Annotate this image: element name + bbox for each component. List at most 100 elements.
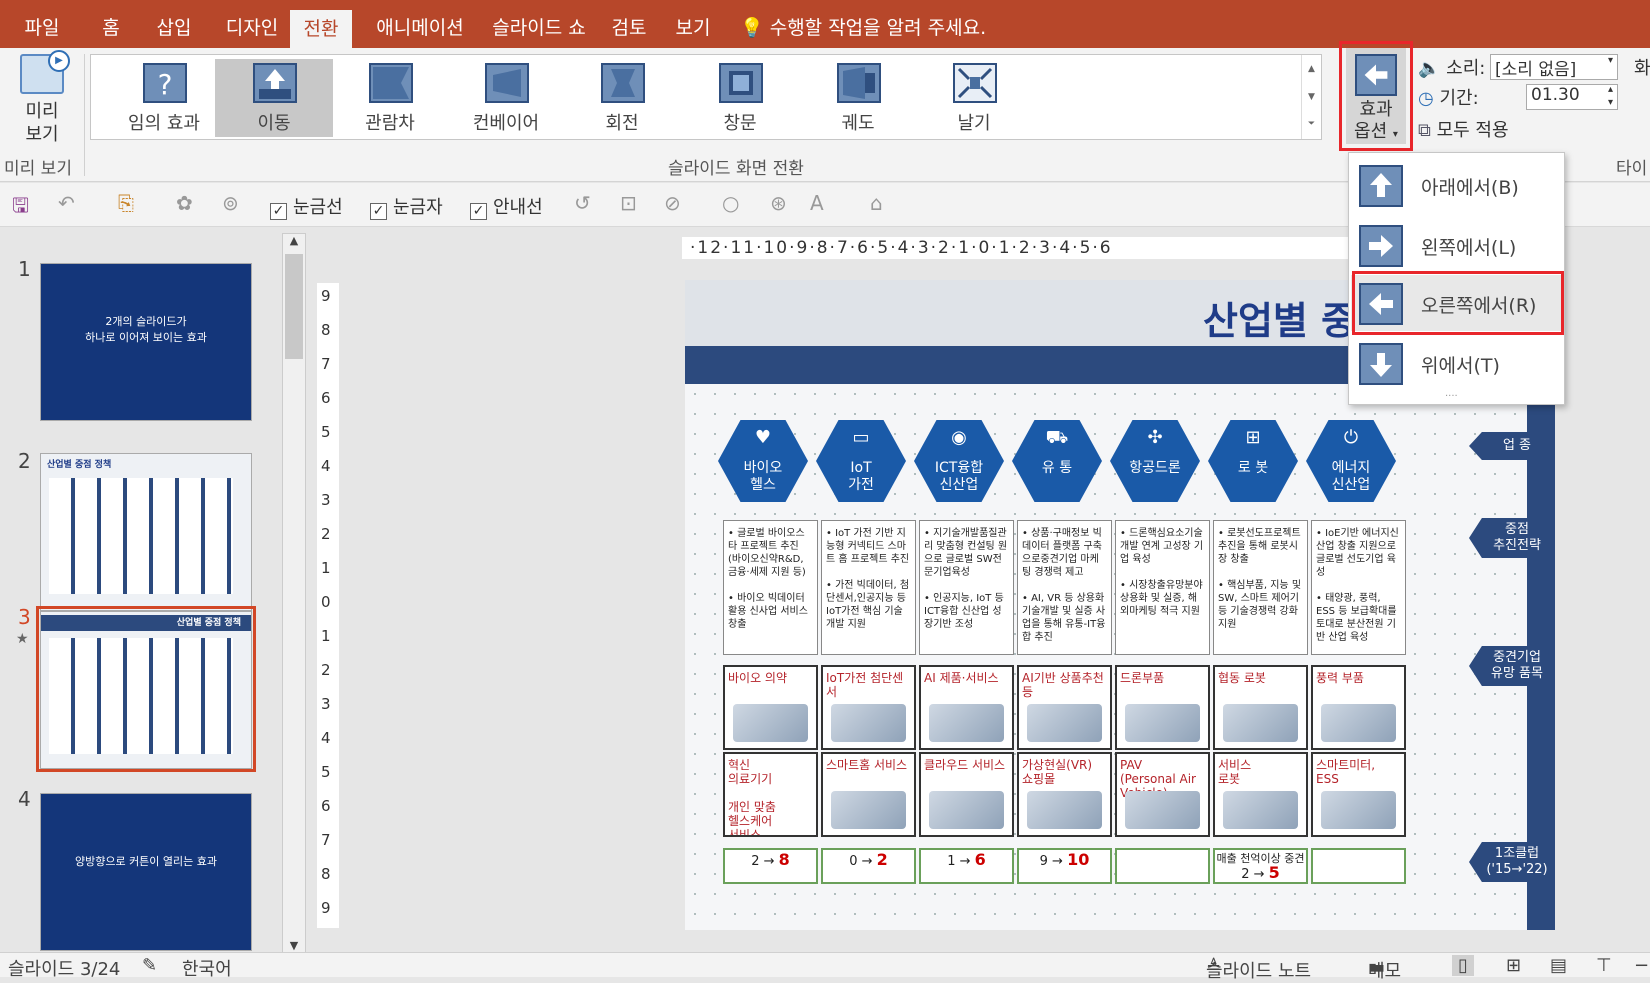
gridlines-checkbox[interactable]: ✓ 눈금선 (270, 193, 343, 220)
item-cell-bottom[interactable]: PAV (Personal Air Vehicle) (1115, 752, 1210, 837)
thumb-number: 2 (18, 449, 31, 473)
item-cell-bottom[interactable]: 혁신 의료기기 개인 맞춤 헬스케어 서비스 (723, 752, 818, 837)
row-side-label: 중견기업 유망 품목 (1469, 646, 1555, 686)
vertical-ruler[interactable]: 9 8 7 6 5 4 3 2 1 0 1 2 3 4 5 6 7 8 9 (317, 283, 339, 928)
transition-orbit[interactable]: 궤도 (799, 59, 917, 137)
item-cell-top[interactable]: AI 제품·서비스 (919, 665, 1014, 750)
club-count-cell[interactable] (1311, 848, 1406, 884)
slide-sorter-icon[interactable]: ⊞ (1506, 955, 1521, 976)
slideshow-view-icon[interactable]: ⊤ (1596, 955, 1612, 976)
strategy-text[interactable]: • 글로벌 바이오스타 프로젝트 추진 (바이오신약R&D, 금융·세제 지원 … (723, 520, 818, 655)
strategy-text[interactable]: • 지기술개발품질관리 맞춤형 컨설팅 원으로 글로벌 SW전문기업육성 • 인… (919, 520, 1014, 655)
scroll-up-icon[interactable]: ▲ (283, 234, 305, 247)
tab-review[interactable]: 검토 (608, 0, 650, 48)
ruler-checkbox[interactable]: ✓ 눈금자 (370, 193, 443, 220)
club-count-cell[interactable] (1115, 848, 1210, 884)
tab-slideshow[interactable]: 슬라이드 쇼 (484, 0, 594, 48)
transition-push[interactable]: 이동 (215, 59, 333, 137)
horizontal-ruler[interactable]: ·12·11·10·9·8·7·6·5·4·3·2·1·0·1·2·3·4·5·… (682, 237, 1362, 259)
combine-icon[interactable]: ⊛ (770, 191, 787, 215)
tab-transitions[interactable]: 전환 (290, 10, 352, 48)
club-count-cell[interactable]: 1 → 6 (919, 848, 1014, 884)
ruler-tick-label: 2 (321, 661, 331, 679)
powerpoint-window: 파일 홈 삽입 디자인 전환 애니메이션 슬라이드 쇼 검토 보기 💡 수행할 … (0, 0, 1650, 982)
apply-all-button[interactable]: ⧉ 모두 적용 (1418, 116, 1618, 144)
scroll-thumb[interactable] (285, 254, 303, 359)
checkmark-icon: ✓ (270, 203, 287, 220)
club-count-cell[interactable]: 0 → 2 (821, 848, 916, 884)
resize-grip-icon[interactable]: ···· (1445, 391, 1458, 402)
transition-conveyor[interactable]: 컨베이어 (447, 59, 565, 137)
tab-view[interactable]: 보기 (672, 0, 714, 48)
strategy-text[interactable]: • IoE기반 에너지신산업 창출 지원으로 글로벌 선도기업 육성 • 태양광… (1311, 520, 1406, 655)
gallery-scroll[interactable]: ▲ ▼ ⏷ (1301, 55, 1321, 139)
duration-input[interactable]: 01.30 ▴ ▾ (1526, 84, 1618, 110)
scroll-down-icon[interactable]: ▼ (283, 939, 305, 952)
option-from-left[interactable]: 왼쪽에서(L) (1351, 217, 1563, 273)
club-count-cell[interactable]: 매출 천억이상 중견 2 → 5 (1213, 848, 1308, 884)
item-cell-top[interactable]: 바이오 의약 (723, 665, 818, 750)
row-side-label: 1조클럽 ('15→'22) (1469, 842, 1555, 882)
tab-file[interactable]: 파일 (14, 0, 70, 48)
tab-insert[interactable]: 삽입 (145, 0, 203, 48)
language-indicator[interactable]: 한국어 (182, 955, 232, 981)
strategy-text[interactable]: • 상품·구매정보 빅데이터 플랫폼 구축으로중견기업 마케팅 경쟁력 제고 •… (1017, 520, 1112, 655)
presentation-icon[interactable]: ⊡ (620, 191, 637, 215)
slide-thumbnail-1[interactable]: 2개의 슬라이드가 하나로 이어져 보이는 효과 (40, 263, 252, 421)
merge-icon[interactable]: ⊚ (222, 191, 239, 215)
circle-icon[interactable]: ○ (722, 191, 739, 215)
ruler-tick-label: 9 (321, 287, 331, 305)
strategy-text[interactable]: • IoT 가전 기반 지능형 커넥티드 스마트 홈 프로젝트 추진 • 가전 … (821, 520, 916, 655)
slide-thumbnail-4[interactable]: 양방향으로 커튼이 열리는 효과 (40, 793, 252, 951)
item-cell-top[interactable]: AI기반 상품추천 등 (1017, 665, 1112, 750)
normal-view-icon[interactable]: ▯ (1452, 955, 1474, 976)
thumbnail-scrollbar[interactable]: ▲ ▼ (282, 233, 306, 953)
transition-label: 궤도 (841, 113, 875, 134)
transition-ferris[interactable]: 관람차 (331, 59, 449, 137)
item-cell-top[interactable]: IoT가전 첨단센서 (821, 665, 916, 750)
tab-animations[interactable]: 애니메이션 (364, 0, 476, 48)
spellcheck-icon[interactable]: ✎ (142, 955, 157, 976)
tell-me-search[interactable]: 💡 수행할 작업을 알려 주세요. (740, 0, 1000, 48)
transition-fly[interactable]: 날기 (915, 59, 1033, 137)
item-cell-bottom[interactable]: 서비스 로봇 (1213, 752, 1308, 837)
preview-icon: ▶ (20, 50, 70, 94)
transition-rotate[interactable]: 회전 (563, 59, 681, 137)
option-from-top[interactable]: 위에서(T) (1351, 335, 1563, 391)
option-from-bottom[interactable]: 아래에서(B) (1351, 157, 1563, 213)
guides-checkbox[interactable]: ✓ 안내선 (470, 193, 543, 220)
clipboard-icon[interactable]: ⌂ (870, 191, 883, 215)
scroll-up-icon[interactable]: ▲ (1302, 55, 1321, 83)
tab-home[interactable]: 홈 (90, 0, 132, 48)
strategy-text[interactable]: • 드론핵심요소기술 개발 연계 고성장 기업 육성 • 시장창출유망분야 상용… (1115, 520, 1210, 655)
item-cell-top[interactable]: 풍력 부품 (1311, 665, 1406, 750)
transition-random[interactable]: ? 임의 효과 (105, 59, 223, 137)
gallery-more-icon[interactable]: ⏷ (1302, 111, 1321, 137)
refresh-icon[interactable]: ↺ (574, 191, 591, 215)
item-cell-bottom[interactable]: 스마트홈 서비스 (821, 752, 916, 837)
item-cell-top[interactable]: 드론부품 (1115, 665, 1210, 750)
item-cell-top[interactable]: 협동 로봇 (1213, 665, 1308, 750)
reading-view-icon[interactable]: ▤ (1550, 955, 1567, 976)
preview-button[interactable]: ▶ 미리 보기 (14, 50, 70, 150)
slide-thumbnail-2[interactable]: 산업별 중점 정책 (40, 453, 252, 611)
transition-window[interactable]: 창문 (681, 59, 799, 137)
club-count-cell[interactable]: 9 → 10 (1017, 848, 1112, 884)
strategy-text[interactable]: • 로봇선도프로젝트 추진을 통해 로봇시장 창출 • 핵심부품, 지능 및 S… (1213, 520, 1308, 655)
slide-title[interactable]: 산업별 중 (1203, 290, 1356, 345)
item-cell-bottom[interactable]: 스마트미터, ESS (1311, 752, 1406, 837)
item-cell-bottom[interactable]: 가상현실(VR) 쇼핑몰 (1017, 752, 1112, 837)
scroll-down-icon[interactable]: ▼ (1302, 83, 1321, 111)
spinner-icon[interactable]: ▴ ▾ (1608, 83, 1613, 109)
tab-design[interactable]: 디자인 (216, 0, 288, 48)
zoom-minus-icon[interactable]: − (1634, 955, 1649, 976)
text-style-icon[interactable]: A (810, 191, 824, 215)
shape-icon[interactable]: ✿ (176, 191, 193, 215)
undo-icon[interactable]: ↶ (58, 191, 75, 215)
item-cell-bottom[interactable]: 클라우드 서비스 (919, 752, 1014, 837)
start-from-beginning-icon[interactable]: ⎘ (118, 191, 134, 215)
save-icon[interactable]: 🖫 (12, 191, 29, 225)
club-count-cell[interactable]: 2 → 8 (723, 848, 818, 884)
shapes-dropdown-icon[interactable]: ⊘ (664, 191, 681, 215)
sound-select[interactable]: [소리 없음] ▾ (1490, 54, 1618, 80)
